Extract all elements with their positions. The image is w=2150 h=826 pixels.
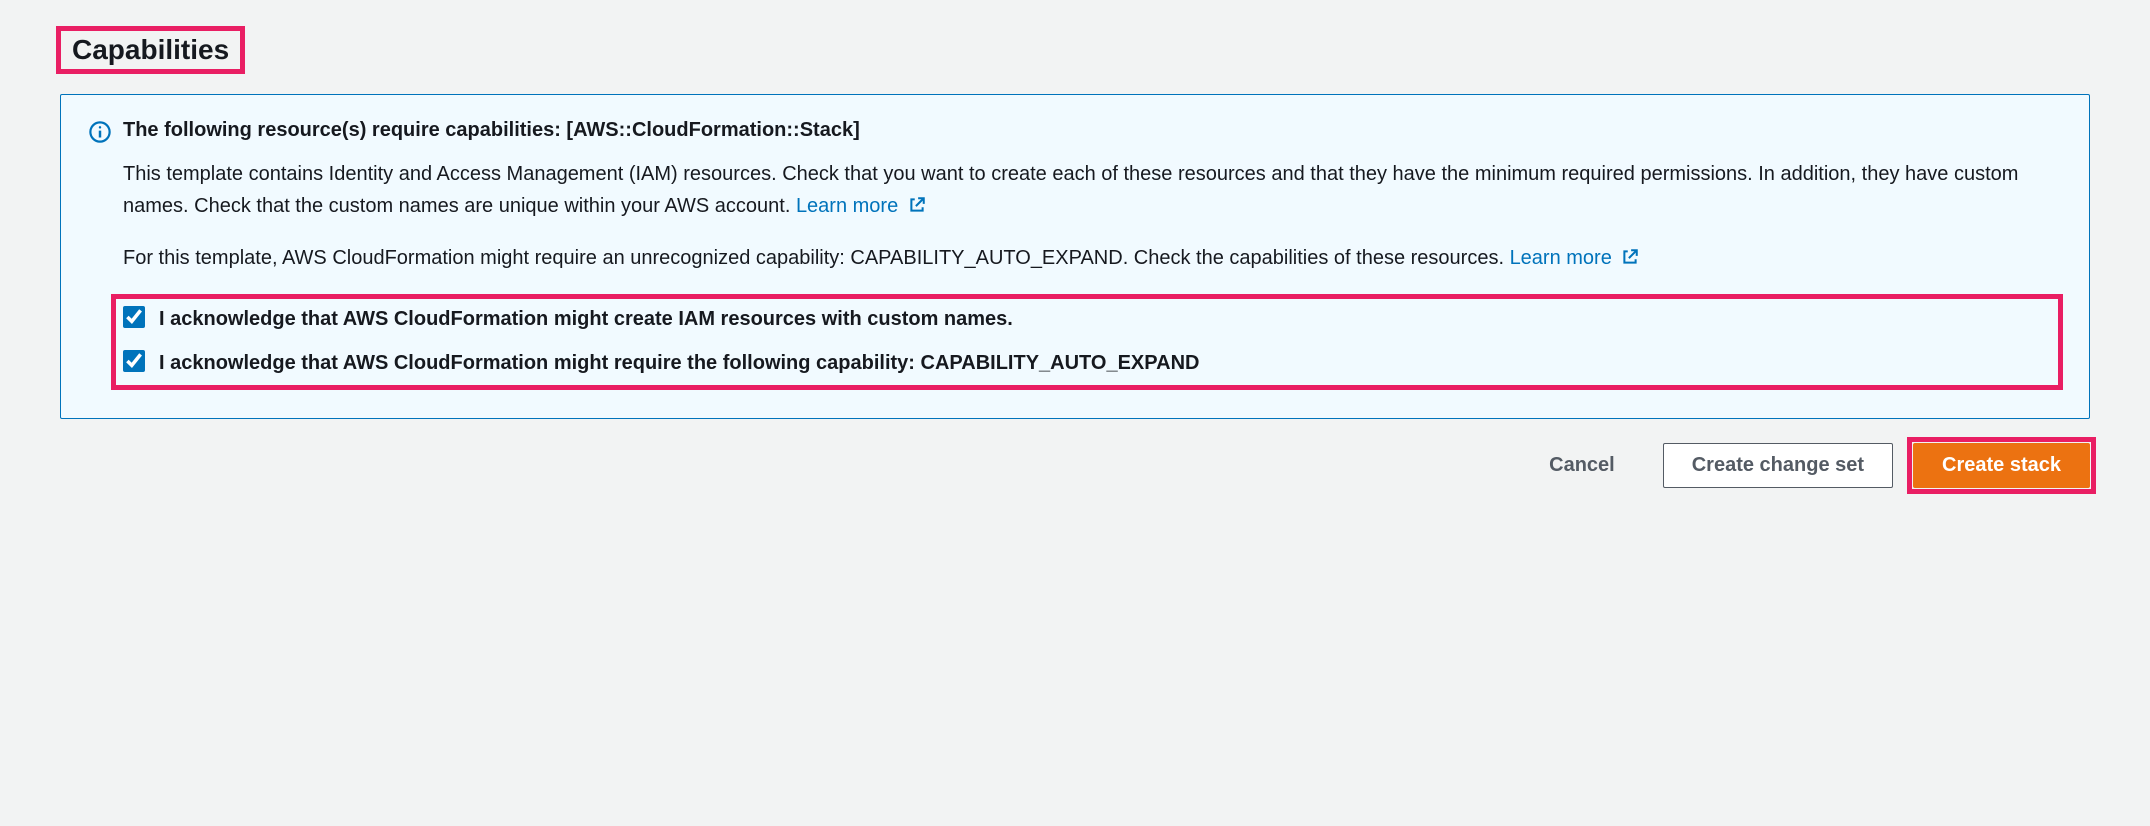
- info-title: The following resource(s) require capabi…: [123, 119, 2061, 142]
- ack-checkbox-iam[interactable]: [123, 306, 145, 328]
- info-body-2: For this template, AWS CloudFormation mi…: [123, 242, 2061, 276]
- external-link-icon: [1621, 244, 1639, 276]
- acknowledgement-group: I acknowledge that AWS CloudFormation mi…: [111, 294, 2061, 390]
- create-stack-highlight: Create stack: [1913, 443, 2090, 488]
- ack-label-iam[interactable]: I acknowledge that AWS CloudFormation mi…: [159, 304, 1013, 334]
- ack-item-auto-expand: I acknowledge that AWS CloudFormation mi…: [123, 348, 2049, 378]
- ack-label-auto-expand[interactable]: I acknowledge that AWS CloudFormation mi…: [159, 348, 1199, 378]
- ack-checkbox-auto-expand[interactable]: [123, 350, 145, 372]
- info-body-2-text: For this template, AWS CloudFormation mi…: [123, 247, 1510, 269]
- capabilities-info-panel: The following resource(s) require capabi…: [60, 94, 2090, 419]
- info-header: The following resource(s) require capabi…: [89, 119, 2061, 390]
- external-link-icon: [908, 192, 926, 224]
- info-icon: [89, 121, 111, 143]
- section-heading-text: Capabilities: [72, 34, 229, 65]
- create-stack-button[interactable]: Create stack: [1913, 443, 2090, 488]
- section-heading: Capabilities: [60, 30, 241, 70]
- learn-more-link-1[interactable]: Learn more: [796, 195, 926, 217]
- ack-item-iam: I acknowledge that AWS CloudFormation mi…: [123, 304, 2049, 334]
- info-body-1-text: This template contains Identity and Acce…: [123, 163, 2018, 217]
- learn-more-label-2: Learn more: [1510, 247, 1612, 269]
- create-change-set-button[interactable]: Create change set: [1663, 443, 1893, 488]
- learn-more-label-1: Learn more: [796, 195, 898, 217]
- cancel-button[interactable]: Cancel: [1521, 444, 1643, 487]
- info-body-1: This template contains Identity and Acce…: [123, 158, 2061, 224]
- button-row: Cancel Create change set Create stack: [60, 443, 2090, 488]
- learn-more-link-2[interactable]: Learn more: [1510, 247, 1640, 269]
- info-content: The following resource(s) require capabi…: [123, 119, 2061, 390]
